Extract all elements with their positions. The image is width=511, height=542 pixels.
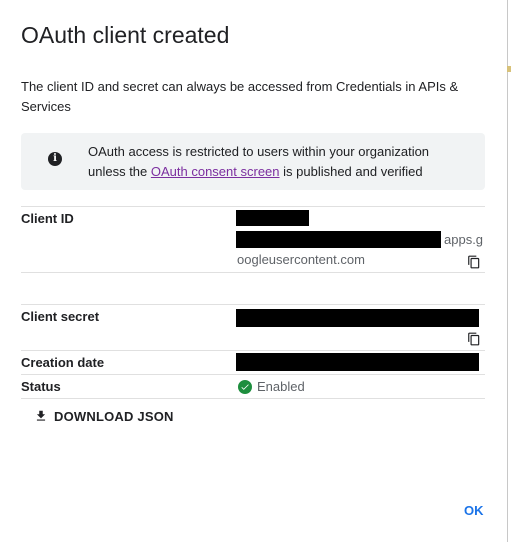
restriction-notice: i OAuth access is restricted to users wi… <box>21 133 485 190</box>
status-value: Enabled <box>238 379 305 394</box>
creation-date-label: Creation date <box>21 355 105 370</box>
copy-client-id-icon[interactable] <box>467 255 481 269</box>
dialog-title: OAuth client created <box>21 22 230 48</box>
download-json-button[interactable]: DOWNLOAD JSON <box>34 408 174 424</box>
client-id-redaction <box>236 231 441 248</box>
divider <box>21 398 485 399</box>
copy-client-secret-icon[interactable] <box>467 332 481 346</box>
oauth-consent-screen-link[interactable]: OAuth consent screen <box>151 164 280 179</box>
check-circle-icon <box>238 379 252 394</box>
info-icon: i <box>48 152 62 166</box>
background-edge <box>507 66 511 72</box>
client-id-suffix-2: oogleusercontent.com <box>237 252 365 267</box>
divider <box>21 304 485 305</box>
divider <box>21 206 485 207</box>
notice-message: OAuth access is restricted to users with… <box>88 142 468 182</box>
client-secret-redaction <box>236 309 479 327</box>
client-secret-label: Client secret <box>21 309 100 324</box>
download-json-label: DOWNLOAD JSON <box>54 408 174 424</box>
divider <box>21 272 485 273</box>
status-text: Enabled <box>257 379 305 394</box>
divider <box>21 350 485 351</box>
client-id-redaction-top <box>236 210 309 226</box>
download-icon <box>36 410 46 421</box>
ok-button[interactable]: OK <box>464 503 484 518</box>
divider <box>21 374 485 375</box>
dialog-description: The client ID and secret can always be a… <box>21 79 459 114</box>
notice-text-after: is published and verified <box>279 164 423 179</box>
oauth-client-created-dialog: OAuth client created The client ID and s… <box>0 0 508 542</box>
client-id-label: Client ID <box>21 211 74 226</box>
creation-date-redaction <box>236 353 479 371</box>
status-label: Status <box>21 379 61 394</box>
client-id-suffix-1: apps.g <box>444 232 484 247</box>
